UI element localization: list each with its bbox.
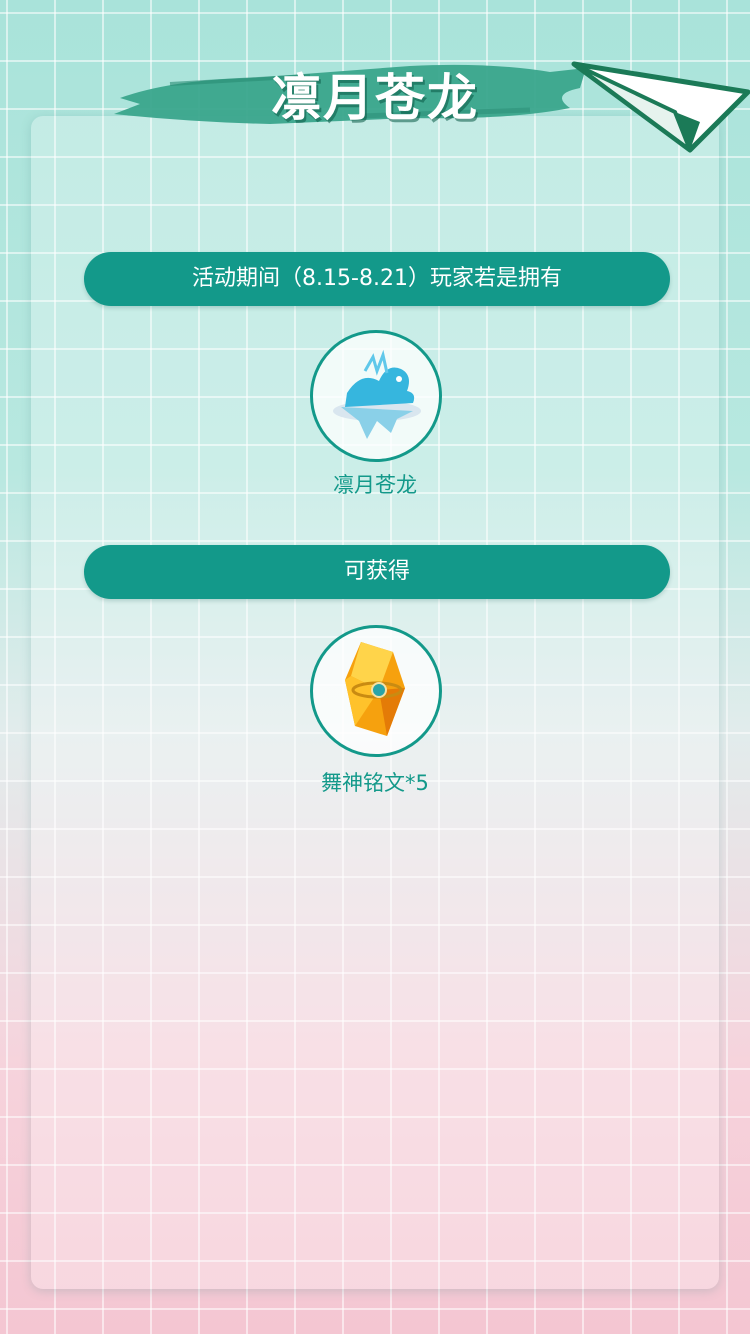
amber-crystal-icon <box>345 642 405 736</box>
ice-dragon-icon <box>333 349 421 439</box>
reward-banner: 可获得 <box>84 545 670 599</box>
owned-item-frame[interactable] <box>310 330 442 462</box>
owned-item-label: 凛月苍龙 <box>333 473 417 497</box>
reward-item-label: 舞神铭文*5 <box>321 771 429 795</box>
condition-banner: 活动期间（8.15-8.21）玩家若是拥有 <box>84 252 670 306</box>
paper-plane-icon <box>571 61 750 153</box>
reward-item-frame[interactable] <box>310 625 442 757</box>
